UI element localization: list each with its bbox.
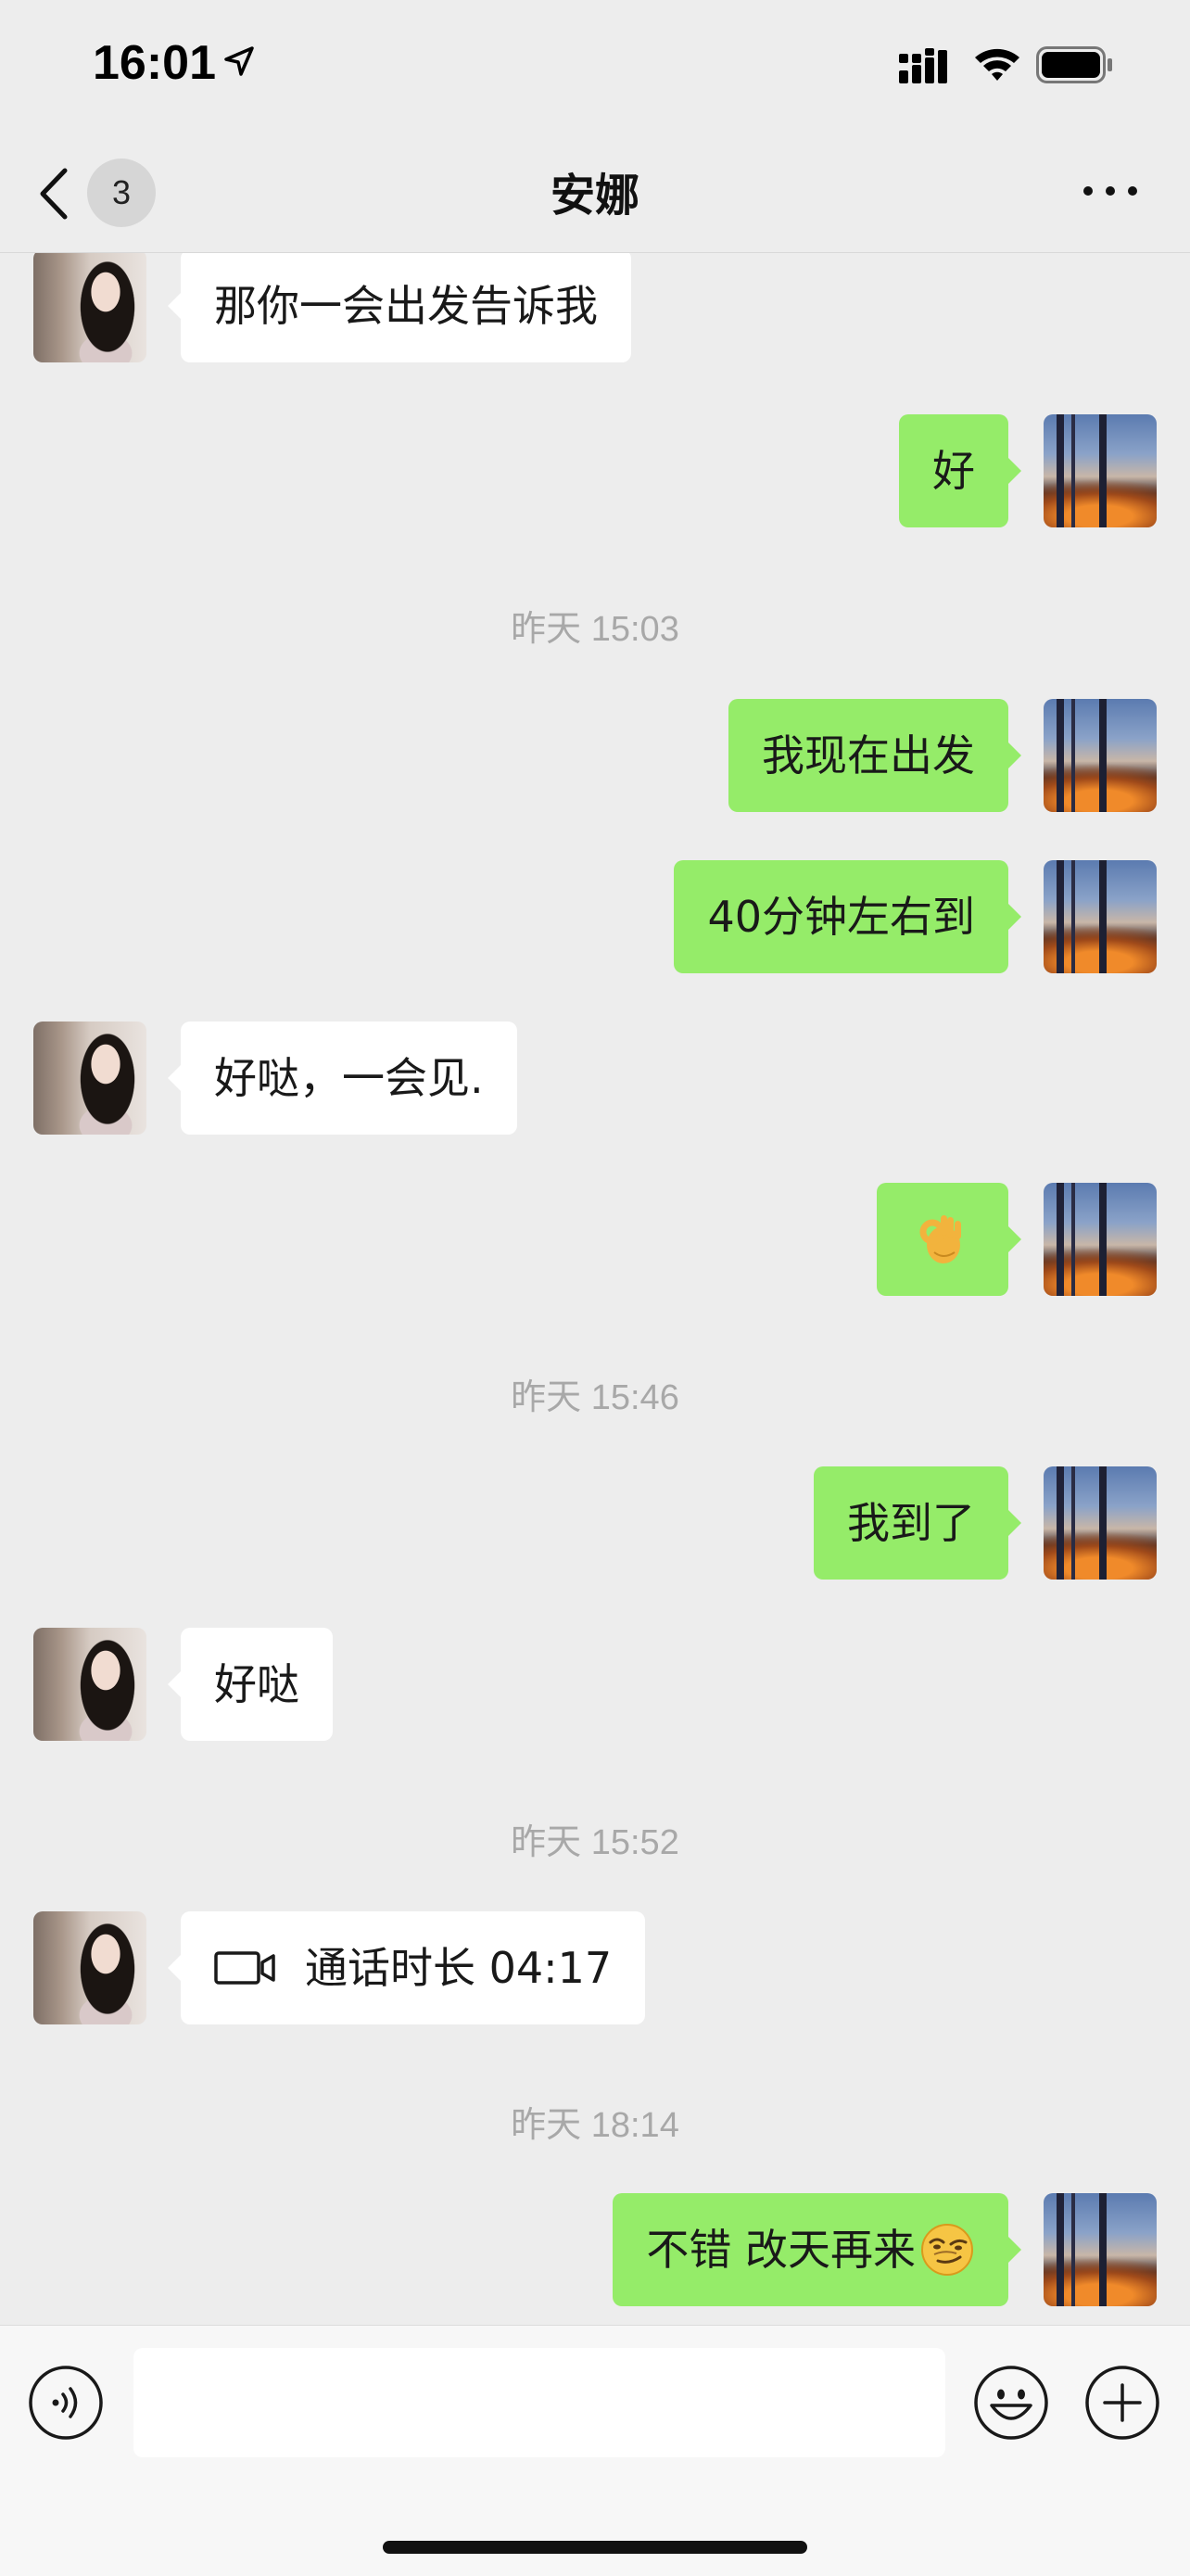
my-avatar[interactable] [1044,1466,1157,1580]
outgoing-message[interactable]: 我现在出发 [728,699,1021,812]
message-text: 不错 改天再来 [646,2225,916,2275]
contact-avatar[interactable] [33,1022,146,1135]
wifi-icon [975,48,1019,81]
chat-title: 安娜 [550,170,639,222]
smirk-emoji-icon [921,2223,973,2276]
input-bar [0,2325,1190,2576]
my-avatar[interactable] [1044,2193,1157,2306]
contact-avatar[interactable] [33,1911,146,2024]
message-input[interactable] [133,2348,945,2457]
location-arrow-icon [224,46,254,76]
incoming-message[interactable]: 好哒，一会见. [168,1022,517,1135]
message-timestamp: 昨天 15:03 [511,610,679,649]
home-indicator[interactable] [383,2541,807,2554]
nav-bar: 3 安娜 [0,130,1190,253]
my-avatar[interactable] [1044,699,1157,812]
battery-icon [1036,46,1112,83]
my-avatar[interactable] [1044,1183,1157,1296]
outgoing-message[interactable] [877,1183,1021,1296]
status-bar: 16:01 [0,0,1190,130]
unread-count-badge[interactable]: 3 [87,159,156,227]
chat-message-list[interactable]: 那你一会出发告诉我 好 昨天 15:03 我现在出发 40分钟左右到 好哒，一会… [0,253,1190,2325]
call-duration-label: 通话时长 04:17 [305,1943,613,1993]
video-camera-icon [214,1951,275,1985]
contact-avatar[interactable] [33,253,146,362]
more-icon[interactable] [1081,176,1140,206]
voice-icon[interactable] [28,2365,104,2441]
incoming-message[interactable]: 好哒 [168,1628,333,1741]
plus-icon[interactable] [1084,2365,1160,2441]
outgoing-message[interactable]: 我到了 [814,1466,1021,1580]
contact-avatar[interactable] [33,1628,146,1741]
emoji-icon[interactable] [973,2365,1049,2441]
outgoing-message[interactable]: 40分钟左右到 [674,860,1021,973]
video-call-message[interactable]: 通话时长 04:17 [167,1911,646,2024]
signal-icon [899,48,947,83]
message-timestamp: 昨天 15:46 [511,1378,679,1417]
incoming-message[interactable]: 那你一会出发告诉我 [168,253,631,362]
my-avatar[interactable] [1044,860,1157,973]
outgoing-message[interactable]: 好 [899,414,1021,527]
status-time: 16:01 [93,36,216,90]
my-avatar[interactable] [1044,414,1157,527]
ok-hand-emoji-icon [919,1215,961,1263]
message-timestamp: 昨天 15:52 [511,1823,679,1862]
message-timestamp: 昨天 18:14 [511,2106,679,2145]
chevron-left-icon[interactable] [35,167,72,221]
outgoing-message[interactable]: 不错 改天再来 [613,2193,1021,2306]
